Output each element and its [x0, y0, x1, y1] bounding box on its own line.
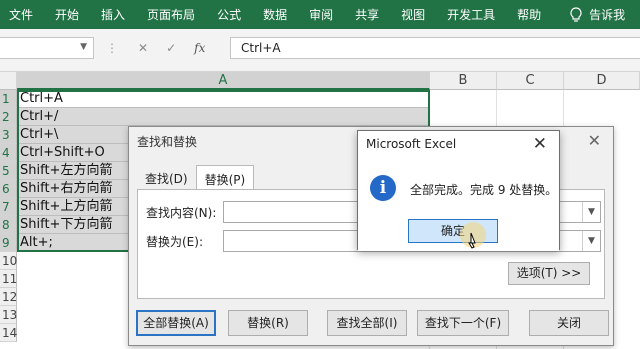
formula-input[interactable]: Ctrl+A	[230, 37, 640, 59]
tab-insert[interactable]: 插入	[101, 6, 125, 23]
row-header[interactable]: 8	[0, 216, 17, 234]
row-header[interactable]: 13	[0, 306, 17, 324]
close-icon[interactable]: ✕	[588, 131, 601, 150]
column-header-c[interactable]: C	[497, 72, 564, 90]
row-header[interactable]: 12	[0, 288, 17, 306]
chevron-down-icon[interactable]: ▼	[582, 231, 600, 251]
name-box-dropdown-icon[interactable]: ▼	[80, 42, 87, 52]
row-header[interactable]: 3	[0, 126, 17, 144]
dialog-tabs: 查找(D) 替换(P)	[137, 165, 255, 189]
name-box[interactable]: ▼	[0, 37, 94, 59]
row-header[interactable]: 5	[0, 162, 17, 180]
formula-controls: ⋮ ✕ ✓ fx	[100, 37, 230, 59]
replace-all-button[interactable]: 全部替换(A)	[136, 310, 216, 336]
tab-formulas[interactable]: 公式	[217, 6, 241, 23]
tell-me-box[interactable]: 告诉我	[569, 6, 625, 23]
dialog-title: 查找和替换	[137, 135, 198, 149]
tab-file[interactable]: 文件	[9, 6, 33, 23]
row-header[interactable]: 1	[0, 90, 17, 108]
tab-page-layout[interactable]: 页面布局	[147, 6, 195, 23]
mouse-pointer-icon	[468, 232, 476, 249]
row-header[interactable]: 14	[0, 324, 17, 342]
tab-replace[interactable]: 替换(P)	[195, 165, 255, 189]
row-header[interactable]: 2	[0, 108, 17, 126]
tell-me-label: 告诉我	[589, 8, 626, 22]
tab-developer[interactable]: 开发工具	[447, 6, 495, 23]
tab-view[interactable]: 视图	[401, 6, 425, 23]
info-icon: i	[370, 175, 396, 201]
find-all-button[interactable]: 查找全部(I)	[327, 310, 407, 336]
message-text: 全部完成。完成 9 处替换。	[410, 183, 558, 197]
column-header-a[interactable]: A	[17, 72, 430, 90]
find-next-button[interactable]: 查找下一个(F)	[417, 310, 509, 336]
find-what-label: 查找内容(N):	[146, 206, 217, 220]
replace-button[interactable]: 替换(R)	[228, 310, 308, 336]
row-header[interactable]: 9	[0, 234, 17, 252]
close-button[interactable]: 关闭	[529, 310, 609, 336]
tab-share[interactable]: 共享	[355, 6, 379, 23]
tab-data[interactable]: 数据	[263, 6, 287, 23]
select-all-corner[interactable]	[0, 72, 17, 90]
ribbon-tabs-bar: 文件 开始 插入 页面布局 公式 数据 审阅 共享 视图 开发工具 帮助 告诉我	[0, 0, 640, 29]
replace-with-label: 替换为(E):	[146, 235, 203, 249]
cell-a2[interactable]: Ctrl+/	[17, 108, 430, 126]
close-icon[interactable]: ✕	[533, 134, 547, 154]
column-header-d[interactable]: D	[564, 72, 640, 90]
row-header[interactable]: 4	[0, 144, 17, 162]
message-box-titlebar: Microsoft Excel ✕	[358, 131, 559, 159]
message-box-body: i 全部完成。完成 9 处替换。 确定	[358, 159, 559, 251]
tab-home[interactable]: 开始	[55, 6, 79, 23]
column-header-b[interactable]: B	[430, 72, 497, 90]
formula-bar: ▼ ⋮ ✕ ✓ fx Ctrl+A	[0, 29, 640, 72]
message-box-title: Microsoft Excel	[366, 137, 457, 151]
tab-review[interactable]: 审阅	[309, 6, 333, 23]
drag-handle-icon[interactable]: ⋮	[106, 41, 118, 55]
message-box: Microsoft Excel ✕ i 全部完成。完成 9 处替换。 确定	[357, 130, 560, 251]
row-header[interactable]: 7	[0, 198, 17, 216]
row-header[interactable]: 10	[0, 252, 17, 270]
row-header[interactable]: 11	[0, 270, 17, 288]
insert-function-icon[interactable]: fx	[194, 41, 205, 55]
check-icon[interactable]: ✓	[166, 41, 176, 55]
cell-a1[interactable]: Ctrl+A	[17, 90, 430, 108]
lightbulb-icon	[570, 6, 582, 22]
chevron-down-icon[interactable]: ▼	[582, 202, 600, 222]
row-header[interactable]: 6	[0, 180, 17, 198]
tab-find[interactable]: 查找(D)	[137, 165, 196, 189]
cancel-icon[interactable]: ✕	[138, 41, 148, 55]
options-button[interactable]: 选项(T) >>	[508, 262, 590, 285]
tab-help[interactable]: 帮助	[517, 6, 541, 23]
